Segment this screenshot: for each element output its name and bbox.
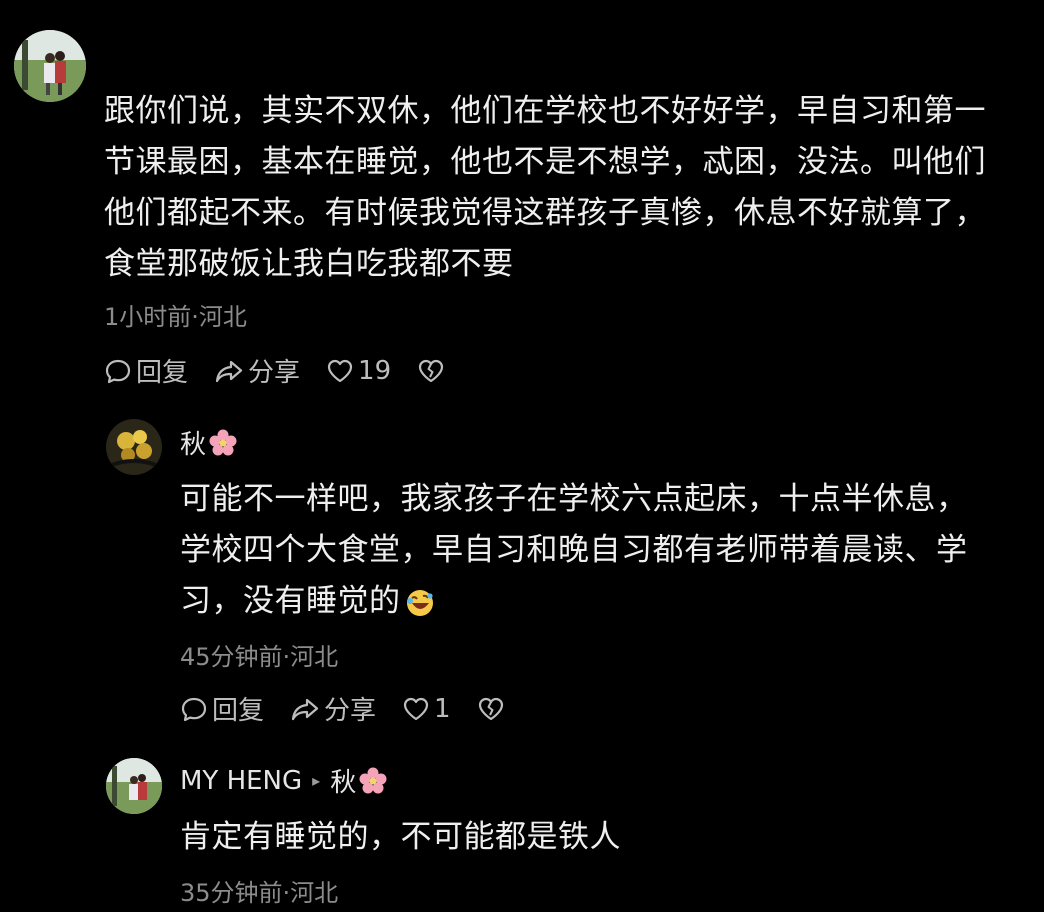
reply-1-text: 可能不一样吧，我家孩子在学校六点起床，十点半休息， 学校四个大食堂，早自习和晚自…	[180, 474, 968, 627]
dislike-button[interactable]	[417, 357, 449, 385]
comment-line: 肯定有睡觉的，不可能都是铁人	[180, 819, 621, 855]
avatar-image	[106, 419, 162, 475]
like-count: 1	[434, 693, 451, 724]
avatar-image	[106, 758, 162, 814]
dislike-button[interactable]	[477, 695, 509, 723]
comment-line-text: 习，没有睡觉的	[180, 583, 401, 619]
comment-top-actions: 回复 分享 19	[104, 352, 475, 389]
reply-1-meta: 45分钟前·河北	[180, 643, 339, 671]
reply-to-username[interactable]: 秋	[330, 762, 356, 799]
heart-icon	[327, 359, 353, 382]
avatar-top-commenter[interactable]	[14, 30, 86, 102]
comment-line: 节课最困，基本在睡觉，他也不是不想学，忒困，没法。叫他们	[104, 144, 986, 180]
avatar-reply-2[interactable]	[106, 758, 162, 814]
comment-top-text: 跟你们说，其实不双休，他们在学校也不好好学，早自习和第一 节课最困，基本在睡觉，…	[104, 86, 986, 290]
heart-icon	[403, 697, 429, 720]
share-button[interactable]: 分享	[214, 352, 300, 389]
reply-button[interactable]: 回复	[180, 690, 264, 727]
avatar-image	[14, 30, 86, 102]
reply-button[interactable]: 回复	[104, 352, 188, 389]
reply-2-meta: 35分钟前·河北	[180, 879, 339, 907]
username-text: MY HENG	[180, 765, 303, 796]
share-button[interactable]: 分享	[290, 690, 376, 727]
share-arrow-icon	[291, 698, 319, 720]
like-count: 19	[358, 355, 392, 386]
cherry-blossom-emoji	[359, 767, 387, 793]
like-button[interactable]: 1	[402, 694, 451, 724]
reply-to-arrow-icon: ▸	[312, 771, 321, 790]
cherry-blossom-emoji	[209, 429, 237, 455]
comment-line: 习，没有睡觉的	[180, 576, 968, 627]
reply-1-actions: 回复 分享 1	[180, 690, 535, 727]
speech-bubble-icon	[105, 359, 131, 383]
reply-2-text: 肯定有睡觉的，不可能都是铁人	[180, 812, 621, 863]
avatar-reply-1[interactable]	[106, 419, 162, 475]
comment-line: 可能不一样吧，我家孩子在学校六点起床，十点半休息，	[180, 481, 968, 517]
comment-line: 食堂那破饭让我白吃我都不要	[104, 246, 514, 282]
like-button[interactable]: 19	[326, 356, 391, 386]
share-arrow-icon	[215, 360, 243, 382]
broken-heart-icon	[419, 359, 444, 382]
reply-2-username[interactable]: MY HENG ▸ 秋	[180, 762, 388, 799]
broken-heart-icon	[478, 697, 503, 720]
comment-line: 学校四个大食堂，早自习和晚自习都有老师带着晨读、学	[180, 532, 968, 568]
speech-bubble-icon	[181, 697, 207, 721]
reply-1-username[interactable]: 秋	[180, 424, 238, 461]
reply-label: 回复	[212, 696, 265, 726]
rolling-laugh-emoji	[406, 589, 433, 616]
comment-top-meta: 1小时前·河北	[104, 303, 247, 331]
share-label: 分享	[324, 696, 377, 726]
reply-label: 回复	[136, 358, 189, 388]
comment-line: 他们都起不来。有时候我觉得这群孩子真惨，休息不好就算了，	[104, 195, 986, 231]
comment-line: 跟你们说，其实不双休，他们在学校也不好好学，早自习和第一	[104, 93, 986, 129]
username-text: 秋	[180, 430, 207, 460]
share-label: 分享	[248, 358, 301, 388]
